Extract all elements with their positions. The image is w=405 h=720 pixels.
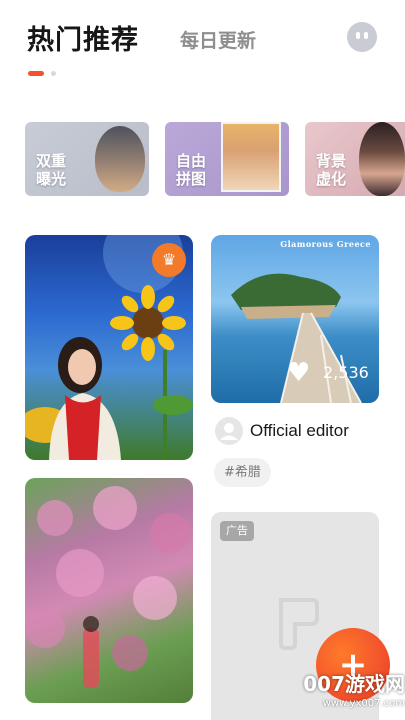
indicator-active <box>28 71 44 76</box>
author-avatar-icon <box>215 417 243 445</box>
tool-label: 背景虚化 <box>316 152 347 188</box>
topic-tag[interactable]: #希腊 <box>214 458 271 487</box>
author-name: Official editor <box>250 421 349 440</box>
feed-card-flowers[interactable] <box>25 478 193 703</box>
avatar-eye <box>356 32 360 39</box>
avatar-eye <box>364 32 368 39</box>
person-icon <box>220 423 238 440</box>
flowers-scene <box>25 486 190 688</box>
feed-card-greece[interactable]: Glamorous Greece ♥ 2,536 <box>211 235 379 403</box>
tool-double-exposure[interactable]: 双重曝光 <box>25 122 149 196</box>
photo-caption: Glamorous Greece <box>280 239 371 249</box>
app-logo-placeholder-icon <box>278 598 319 650</box>
indicator-dot <box>51 71 56 76</box>
tab-hot-recommend[interactable]: 热门推荐 <box>27 18 139 57</box>
blur-portrait-photo <box>359 122 405 196</box>
heart-icon: ♥ <box>287 358 311 388</box>
tool-strip: 双重曝光 自由拼图 背景虚化 <box>0 122 405 198</box>
collage-photo <box>221 122 281 192</box>
tool-free-collage[interactable]: 自由拼图 <box>165 122 289 196</box>
tool-label: 自由拼图 <box>176 152 207 188</box>
feed-card-sunflower[interactable]: ♛ <box>25 235 193 460</box>
crown-badge-icon: ♛ <box>152 243 186 277</box>
site-watermark: 007游戏网 www.yx007.com <box>287 668 405 709</box>
watermark-url: www.yx007.com <box>322 698 405 709</box>
tab-daily-update[interactable]: 每日更新 <box>180 26 256 53</box>
tool-label: 双重曝光 <box>36 152 67 188</box>
watermark-text: 007游戏网 <box>303 672 405 696</box>
ad-label: 广告 <box>220 521 254 541</box>
tool-background-blur[interactable]: 背景虚化 <box>305 122 405 196</box>
like-count: 2,536 <box>323 363 369 382</box>
double-exposure-photo <box>95 126 145 192</box>
header: 热门推荐 每日更新 <box>0 0 405 90</box>
user-avatar-icon[interactable] <box>347 22 377 52</box>
